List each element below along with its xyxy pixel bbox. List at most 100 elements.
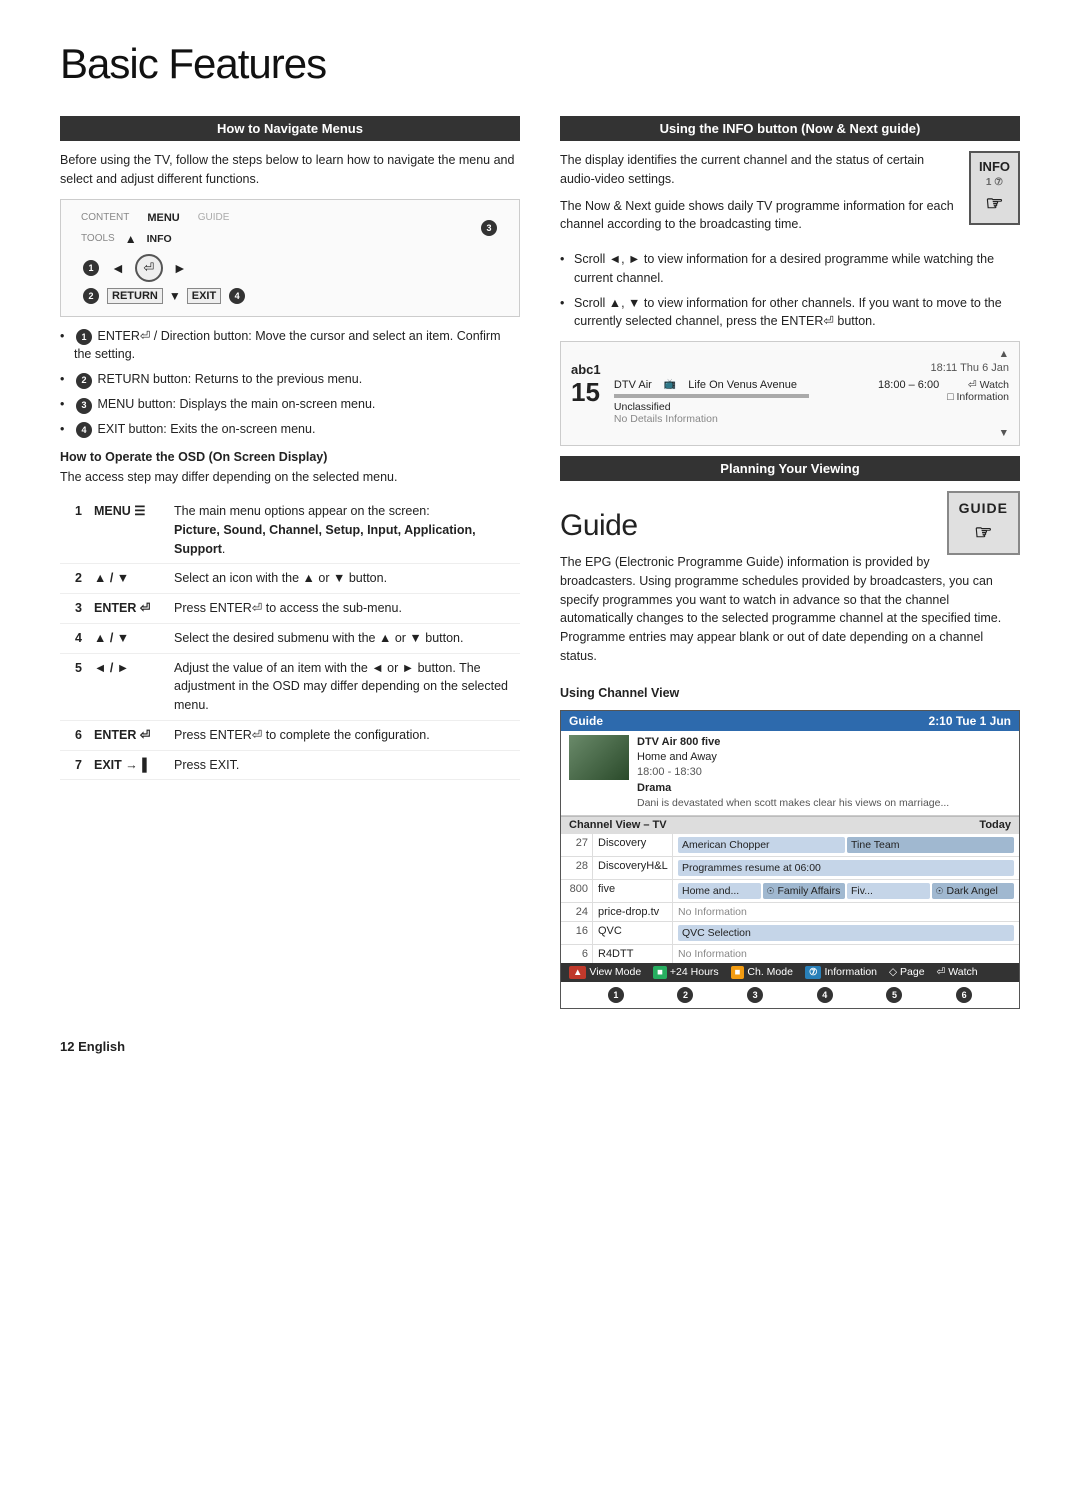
ch-content-27: American Chopper Tine Team [673, 834, 1019, 856]
footer-btn-page: ◇ Page [889, 966, 925, 978]
info-dtv-icon: 📺 [664, 379, 676, 391]
info-watch-btn: ⏎ Watch [947, 379, 1009, 391]
down-arrow-sm: ▼ [169, 289, 181, 303]
info-bullet-2: Scroll ▲, ▼ to view information for othe… [560, 294, 1020, 332]
prog-cell: Programmes resume at 06:00 [678, 860, 1014, 876]
info-btn-label: INFO [979, 158, 1010, 176]
info-rating: Unclassified [614, 401, 671, 413]
step-icon-4: ▲ / ▼ [88, 623, 168, 653]
ch-content-16: QVC Selection [673, 922, 1019, 944]
info-ch-num: 15 [571, 379, 606, 405]
annotation-1: 1 [83, 260, 99, 276]
osd-step-7: 7 EXIT →▐ Press EXIT. [60, 750, 520, 780]
step-num-2: 2 [60, 564, 88, 594]
epg-sub-left: Channel View – TV [569, 819, 667, 831]
osd-step-1: 1 MENU ☰ The main menu options appear on… [60, 497, 520, 564]
page-title: Basic Features [60, 40, 1020, 88]
epg-prog-time: 18:00 - 18:30 [637, 765, 949, 780]
epg-legend: 1 2 3 4 5 6 [561, 982, 1019, 1008]
step-icon-1: MENU ☰ [88, 497, 168, 564]
step-icon-2: ▲ / ▼ [88, 564, 168, 594]
step-num-5: 5 [60, 653, 88, 720]
info-display-header: abc1 18:11 Thu 6 Jan [571, 362, 1009, 377]
guide-intro: The EPG (Electronic Programme Guide) inf… [560, 553, 1020, 666]
prog-cell: QVC Selection [678, 925, 1014, 941]
info-action-buttons: ⏎ Watch □ Information [947, 379, 1009, 403]
epg-program-info: DTV Air 800 five Home and Away 18:00 - 1… [561, 731, 1019, 816]
guide-hand-icon: ☞ [959, 519, 1008, 547]
osd-heading: How to Operate the OSD (On Screen Displa… [60, 450, 520, 464]
ch-num-800: 800 [561, 880, 593, 902]
epg-prog-genre: Drama [637, 781, 949, 796]
bullet-2: 2 RETURN button: Returns to the previous… [60, 370, 520, 389]
info-button-box: INFO 1 ⑦ ☞ [969, 151, 1020, 225]
osd-step-3: 3 ENTER ⏎ Press ENTER⏎ to access the sub… [60, 594, 520, 624]
info-btn-sub: 1 ⑦ [979, 176, 1010, 190]
yellow-btn: ■ [731, 966, 745, 979]
ch-num-28: 28 [561, 857, 593, 879]
footer-btn-info: ⑦ Information [805, 966, 877, 979]
legend-2: 2 [677, 987, 693, 1003]
guide-button-box: GUIDE ☞ [947, 491, 1020, 555]
epg-subheader: Channel View – TV Today [561, 816, 1019, 833]
prog-cell: Tine Team [847, 837, 1014, 853]
bullet-1: 1 ENTER⏎ / Direction button: Move the cu… [60, 327, 520, 365]
red-btn: ▲ [569, 966, 586, 979]
info-program-name: Life On Venus Avenue [688, 379, 797, 391]
ch-name-800: five [593, 880, 673, 902]
step-num-3: 3 [60, 594, 88, 624]
osd-steps-table: 1 MENU ☰ The main menu options appear on… [60, 497, 520, 780]
green-btn: ■ [653, 966, 667, 979]
step-desc-5: Adjust the value of an item with the ◄ o… [168, 653, 520, 720]
guide-btn-label: GUIDE [959, 499, 1008, 519]
step-desc-1: The main menu options appear on the scre… [168, 497, 520, 564]
epg-row-6: 6 R4DTT No Information [561, 944, 1019, 963]
info-bullet-1: Scroll ◄, ► to view information for a de… [560, 250, 1020, 288]
content-label: CONTENT [81, 212, 129, 224]
info-no-detail: No Details Information [614, 413, 939, 425]
menu-label: MENU [147, 212, 179, 224]
epg-row-2: 28 DiscoveryH&L Programmes resume at 06:… [561, 856, 1019, 879]
epg-footer: ▲ View Mode ■ +24 Hours ■ Ch. Mode ⑦ Inf… [561, 963, 1019, 982]
info-sub-channel: DTV Air [614, 379, 652, 391]
remote-diagram: CONTENT MENU GUIDE TOOLS ▲ INFO 1 ◄ ⏎ [60, 199, 520, 317]
step-desc-3: Press ENTER⏎ to access the sub-menu. [168, 594, 520, 624]
ch-name-24: price-drop.tv [593, 903, 673, 921]
step-num-7: 7 [60, 750, 88, 780]
info-time: 18:11 Thu 6 Jan [931, 362, 1010, 377]
navigate-menus-header: How to Navigate Menus [60, 116, 520, 141]
ch-content-24: No Information [673, 903, 1019, 921]
info-display-row: 15 DTV Air 📺 Life On Venus Avenue 18:00 … [571, 379, 1009, 425]
info-sub-row: DTV Air 📺 Life On Venus Avenue 18:00 – 6… [614, 379, 939, 391]
info-label: INFO [147, 233, 172, 245]
info-rating-row: Unclassified [614, 401, 939, 413]
step-desc-2: Select an icon with the ▲ or ▼ button. [168, 564, 520, 594]
up-arrow-sm: ▲ [125, 232, 137, 246]
no-info: No Information [678, 906, 747, 918]
ch-content-6: No Information [673, 945, 1019, 963]
exit-btn-label: EXIT [187, 288, 221, 304]
step-icon-5: ◄ / ► [88, 653, 168, 720]
epg-header-left: Guide [569, 714, 603, 728]
legend-5: 5 [886, 987, 902, 1003]
epg-header: Guide 2:10 Tue 1 Jun [561, 711, 1019, 731]
epg-header-right: 2:10 Tue 1 Jun [929, 714, 1011, 728]
enter-btn: ⏎ [135, 254, 163, 282]
footer-btn-chmode: ■ Ch. Mode [731, 966, 793, 979]
epg-prog-title: Home and Away [637, 750, 949, 765]
annotation-3: 3 [481, 220, 497, 236]
step-num-6: 6 [60, 720, 88, 750]
osd-step-2: 2 ▲ / ▼ Select an icon with the ▲ or ▼ b… [60, 564, 520, 594]
osd-step-4: 4 ▲ / ▼ Select the desired submenu with … [60, 623, 520, 653]
right-arrow: ► [173, 260, 187, 276]
info-channel-name: abc1 [571, 362, 601, 377]
info-intro2: The Now & Next guide shows daily TV prog… [560, 197, 1020, 235]
legend-6: 6 [956, 987, 972, 1003]
step-num-4: 4 [60, 623, 88, 653]
step-icon-7: EXIT →▐ [88, 750, 168, 780]
epg-row-4: 24 price-drop.tv No Information [561, 902, 1019, 921]
step-desc-6: Press ENTER⏎ to complete the configurati… [168, 720, 520, 750]
info-section-content: INFO 1 ⑦ ☞ The display identifies the cu… [560, 151, 1020, 242]
ch-num-27: 27 [561, 834, 593, 856]
blue-btn: ⑦ [805, 966, 822, 979]
